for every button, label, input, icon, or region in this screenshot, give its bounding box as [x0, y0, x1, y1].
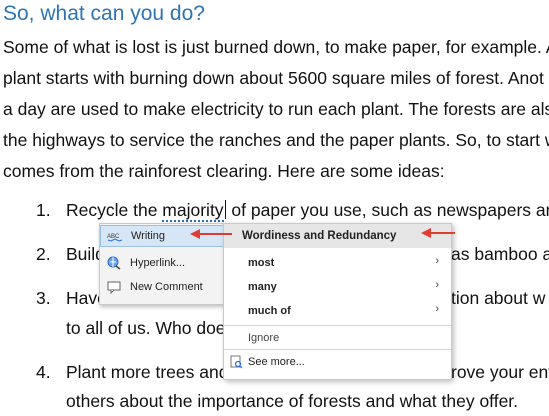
- annotation-arrows: [190, 228, 455, 239]
- annotation-arrow: [190, 229, 232, 239]
- annotation-arrow: [421, 228, 455, 238]
